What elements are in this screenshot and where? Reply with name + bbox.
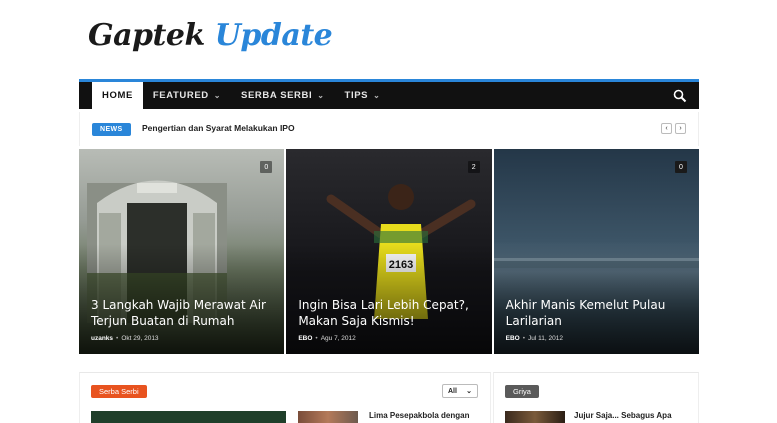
filter-dropdown[interactable]: All ⌄ [442, 384, 478, 398]
ticker-next-button[interactable]: › [675, 123, 686, 134]
chevron-down-icon: ⌄ [466, 388, 472, 395]
comment-count-badge[interactable]: 0 [260, 161, 273, 173]
meta-separator: • [116, 335, 119, 342]
nav-item-home[interactable]: HOME [92, 82, 143, 109]
chevron-down-icon: ⌄ [373, 91, 381, 100]
slide-author[interactable]: EBO [506, 335, 520, 342]
slide-meta: EBO • Agu 7, 2012 [298, 335, 355, 342]
meta-separator: • [522, 335, 526, 342]
post-thumbnail[interactable] [298, 411, 358, 423]
search-icon[interactable] [673, 89, 687, 103]
post-title[interactable]: Lima Pesepakbola dengan [369, 411, 469, 420]
ticker-headline-link[interactable]: Pengertian dan Syarat Melakukan IPO [142, 123, 295, 133]
nav-item-label: HOME [102, 90, 133, 101]
slide-title[interactable]: Akhir Manis Kemelut Pulau Larilarian [506, 297, 689, 329]
post-thumbnail[interactable] [91, 411, 286, 423]
comment-count-badge[interactable]: 2 [467, 161, 480, 173]
ticker-prev-button[interactable]: ‹ [661, 123, 672, 134]
chevron-down-icon: ⌄ [317, 91, 325, 100]
filter-value: All [448, 387, 457, 395]
slide-author[interactable]: EBO [298, 335, 312, 342]
slide-date: Jul 11, 2012 [528, 335, 563, 342]
nav-item-tips[interactable]: TIPS ⌄ [335, 82, 391, 109]
featured-slide[interactable]: 2163 2 Ingin Bisa Lari Lebih Cepat?, Mak… [286, 149, 492, 354]
logo-text-part1: Gaptek [88, 18, 205, 53]
news-badge: NEWS [92, 123, 131, 136]
category-label[interactable]: Griya [505, 385, 539, 398]
nav-item-featured[interactable]: FEATURED ⌄ [143, 82, 231, 109]
chevron-down-icon: ⌄ [213, 91, 222, 100]
slide-meta: uzanks • Okt 29, 2013 [91, 335, 159, 342]
nav-item-serba-serbi[interactable]: SERBA SERBI ⌄ [231, 82, 335, 109]
featured-slide[interactable]: 0 3 Langkah Wajib Merawat Air Terjun Bua… [79, 149, 285, 354]
slide-date: Agu 7, 2012 [320, 335, 356, 342]
category-label[interactable]: Serba Serbi [91, 385, 147, 398]
ticker-arrows: ‹ › [661, 123, 686, 134]
post-thumbnail[interactable] [505, 411, 565, 423]
slide-meta: EBO • Jul 11, 2012 [506, 335, 563, 342]
nav-item-label: SERBA SERBI [241, 90, 313, 101]
post-title[interactable]: Jujur Saja... Sebagus Apa [574, 411, 672, 420]
slide-title[interactable]: Ingin Bisa Lari Lebih Cepat?, Makan Saja… [298, 297, 481, 329]
section-serba-serbi: Serba Serbi All ⌄ Lima Pesepakbola denga… [79, 372, 491, 423]
site-logo[interactable]: Gaptek Update [88, 18, 333, 60]
section-griya: Griya Jujur Saja... Sebagus Apa [493, 372, 699, 423]
nav-item-label: FEATURED [152, 90, 209, 101]
logo-text-part2: Update [214, 18, 333, 53]
meta-separator: • [315, 335, 318, 342]
main-nav: HOME FEATURED ⌄ SERBA SERBI ⌄ TIPS ⌄ [79, 79, 699, 109]
featured-slide[interactable]: 0 Akhir Manis Kemelut Pulau Larilarian E… [493, 149, 699, 354]
slide-author[interactable]: uzanks [91, 335, 113, 342]
slide-title[interactable]: 3 Langkah Wajib Merawat Air Terjun Buata… [91, 297, 274, 329]
news-ticker: NEWS Pengertian dan Syarat Melakukan IPO… [79, 112, 699, 146]
nav-item-label: TIPS [344, 90, 369, 101]
comment-count-badge[interactable]: 0 [674, 161, 687, 173]
slide-date: Okt 29, 2013 [121, 335, 159, 342]
featured-slider: 0 3 Langkah Wajib Merawat Air Terjun Bua… [79, 149, 699, 354]
